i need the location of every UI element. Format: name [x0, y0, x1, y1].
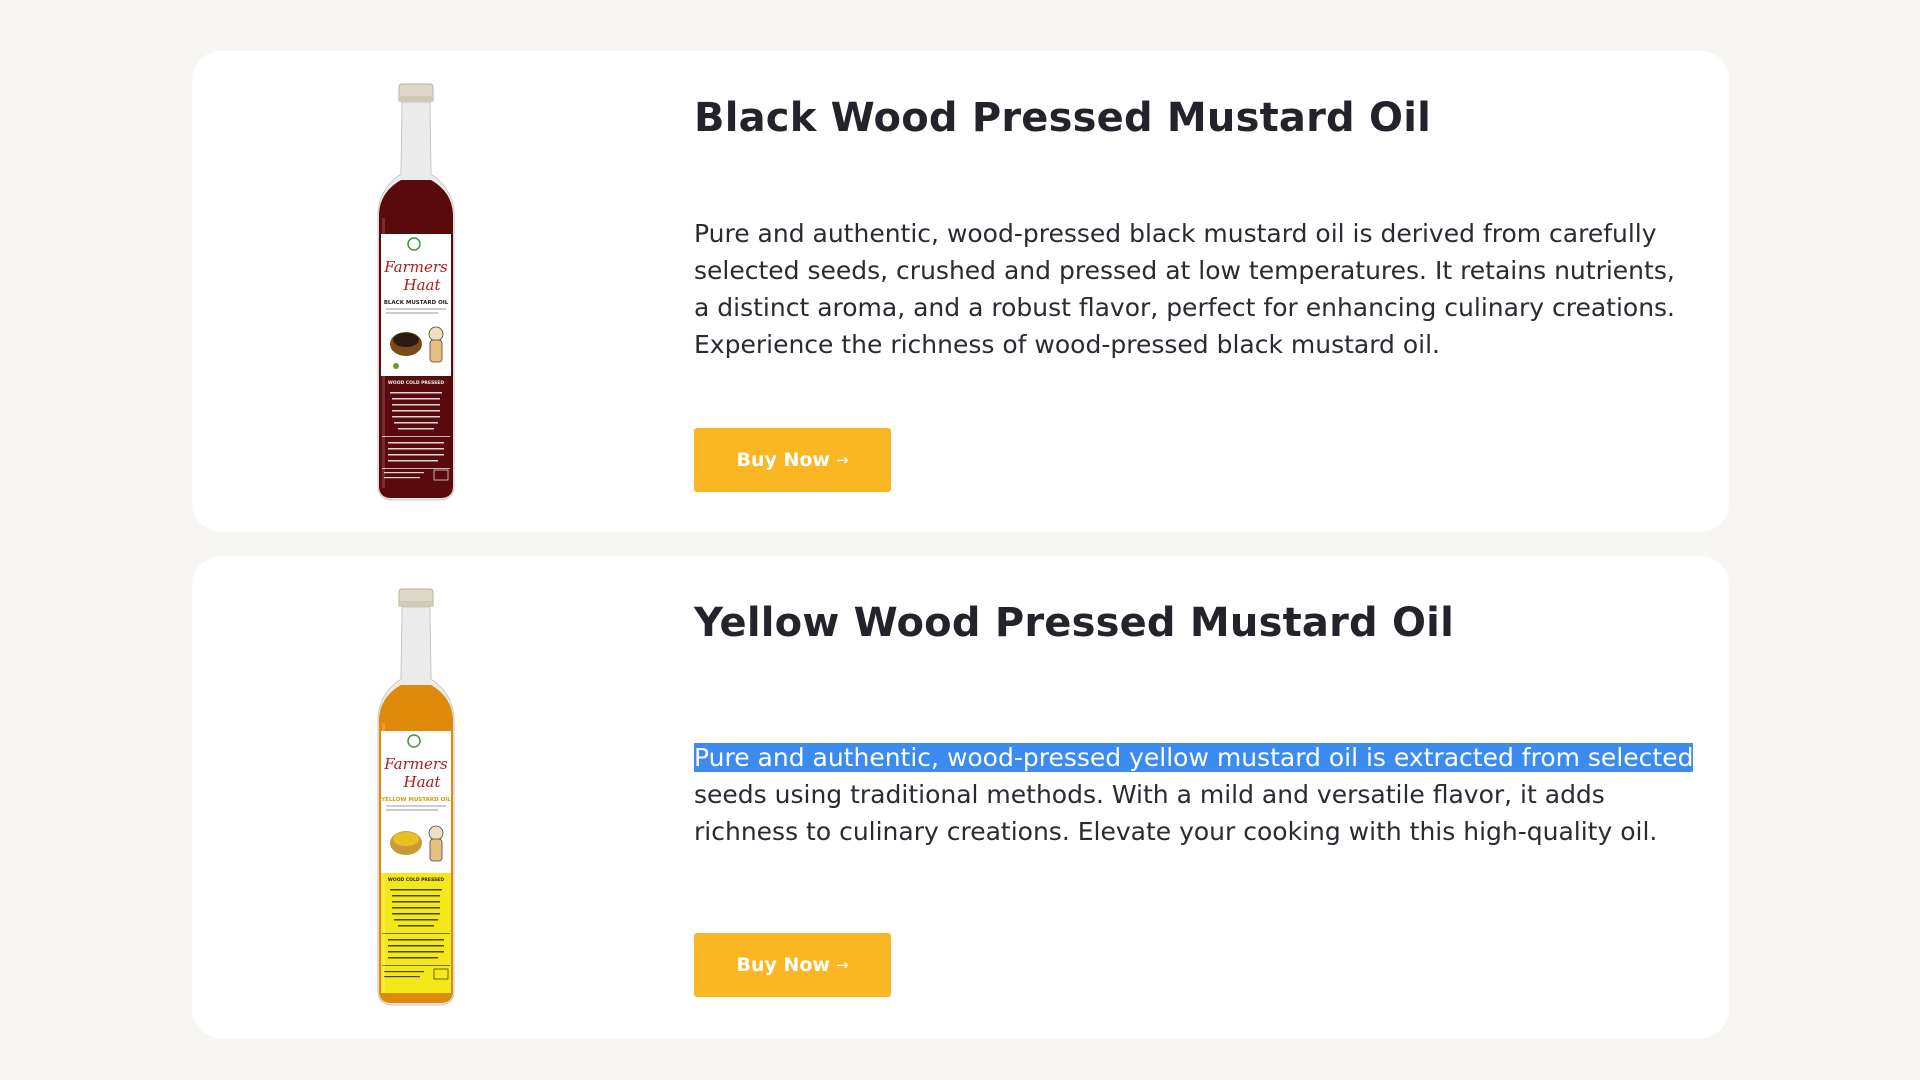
- label-brand-line2: Haat: [403, 276, 442, 294]
- label-brand-line2: Haat: [403, 773, 442, 791]
- product-title: Yellow Wood Pressed Mustard Oil: [694, 600, 1455, 646]
- bottle-icon: Farmers Haat BLACK MUSTARD OIL WOOD COLD…: [377, 83, 455, 501]
- label-oil-name: BLACK MUSTARD OIL: [384, 300, 449, 306]
- product-title: Black Wood Pressed Mustard Oil: [694, 95, 1432, 141]
- product-image-yellow-mustard-oil[interactable]: Farmers Haat YELLOW MUSTARD OIL WOOD COL…: [368, 587, 464, 1009]
- label-badge: WOOD COLD PRESSED: [388, 380, 444, 386]
- description-rest: seeds using traditional methods. With a …: [694, 780, 1658, 846]
- product-card-black-mustard-oil: Farmers Haat BLACK MUSTARD OIL WOOD COLD…: [192, 51, 1729, 532]
- buy-now-button[interactable]: Buy Now →: [694, 428, 891, 492]
- product-description: Pure and authentic, wood-pressed black m…: [694, 219, 1676, 359]
- bottle-icon: Farmers Haat YELLOW MUSTARD OIL WOOD COL…: [377, 588, 455, 1006]
- product-list-page: Farmers Haat BLACK MUSTARD OIL WOOD COLD…: [0, 0, 1920, 1080]
- arrow-right-icon: →: [835, 451, 849, 469]
- product-image-black-mustard-oil[interactable]: Farmers Haat BLACK MUSTARD OIL WOOD COLD…: [368, 82, 464, 504]
- buy-now-label: Buy Now: [736, 954, 830, 976]
- label-oil-name: YELLOW MUSTARD OIL: [380, 797, 451, 803]
- label-badge: WOOD COLD PRESSED: [388, 877, 444, 883]
- buy-now-button[interactable]: Buy Now →: [694, 933, 891, 997]
- product-description: Pure and authentic, wood-pressed yellow …: [694, 739, 1694, 850]
- product-card-yellow-mustard-oil: Farmers Haat YELLOW MUSTARD OIL WOOD COL…: [192, 556, 1729, 1038]
- buy-now-label: Buy Now: [736, 449, 830, 471]
- label-brand-line1: Farmers: [383, 258, 448, 276]
- arrow-right-icon: →: [835, 956, 849, 974]
- label-brand-line1: Farmers: [383, 755, 448, 773]
- selected-text[interactable]: Pure and authentic, wood-pressed yellow …: [694, 743, 1694, 772]
